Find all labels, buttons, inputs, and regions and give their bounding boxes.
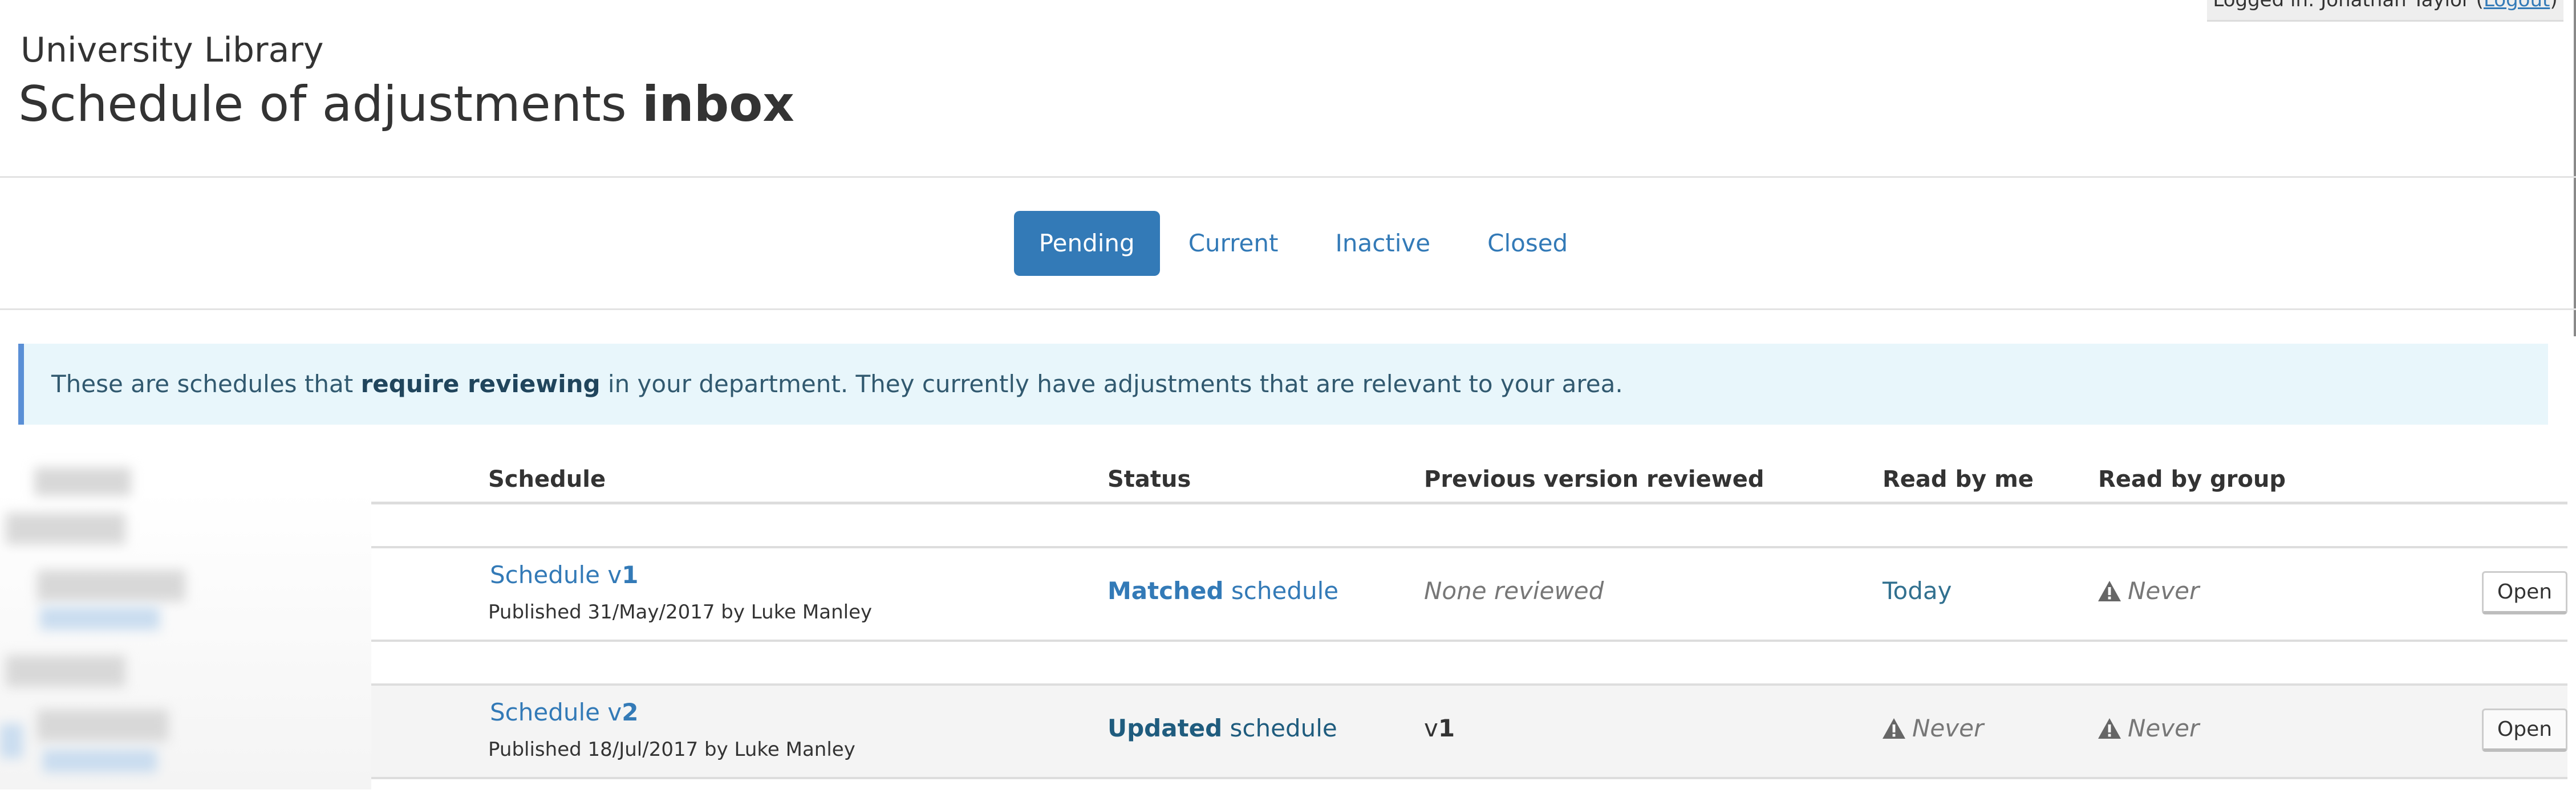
tab-nav: Pending Current Inactive Closed (0, 178, 2576, 310)
read-by-group: Never (2098, 714, 2199, 742)
published-info: Published 18/Jul/2017 by Luke Manley (488, 738, 855, 761)
info-alert: These are schedules that require reviewi… (18, 344, 2548, 425)
read-by-me: Today (1883, 577, 1952, 605)
previous-version: None reviewed (1424, 577, 1604, 605)
col-read-by-me: Read by me (1883, 466, 2034, 492)
schedules-table: Schedule Status Previous version reviewe… (371, 445, 2567, 779)
read-by-me: Never (1883, 714, 1983, 742)
open-button[interactable]: Open (2482, 709, 2567, 752)
table-row: Schedule v1 Published 31/May/2017 by Luk… (371, 548, 2567, 642)
redacted-block (6, 656, 125, 687)
col-schedule: Schedule (488, 466, 606, 492)
table-row: Schedule v2 Published 18/Jul/2017 by Luk… (371, 686, 2567, 779)
redacted-block (34, 467, 131, 496)
table-group-spacer (371, 504, 2567, 548)
col-status: Status (1108, 466, 1191, 492)
redacted-checkbox (0, 724, 23, 758)
schedule-link[interactable]: Schedule v2 (490, 698, 638, 726)
redacted-block (40, 607, 160, 630)
table-header: Schedule Status Previous version reviewe… (371, 445, 2567, 504)
warning-icon (1883, 718, 1905, 739)
table-group-spacer (371, 642, 2567, 686)
redacted-block (37, 710, 168, 741)
redacted-block (6, 513, 125, 544)
tab-current[interactable]: Current (1160, 211, 1307, 276)
open-button[interactable]: Open (2482, 571, 2567, 614)
col-previous-version: Previous version reviewed (1424, 466, 1764, 492)
published-info: Published 31/May/2017 by Luke Manley (488, 601, 873, 624)
page-header: University Library Schedule of adjustmen… (0, 0, 2576, 178)
warning-icon (2098, 718, 2121, 739)
previous-version: v1 (1424, 714, 1455, 742)
status-text[interactable]: Updated schedule (1108, 714, 1337, 742)
col-read-by-group: Read by group (2098, 466, 2286, 492)
schedule-link[interactable]: Schedule v1 (490, 561, 638, 589)
redacted-block (37, 570, 185, 601)
tab-closed[interactable]: Closed (1459, 211, 1596, 276)
redacted-block (43, 750, 157, 772)
org-name: University Library (21, 30, 324, 70)
status-text[interactable]: Matched schedule (1108, 577, 1338, 605)
read-by-group: Never (2098, 577, 2199, 605)
page-title: Schedule of adjustments inbox (18, 76, 794, 133)
warning-icon (2098, 580, 2121, 601)
tab-inactive[interactable]: Inactive (1307, 211, 1459, 276)
tab-pending[interactable]: Pending (1013, 210, 1160, 276)
